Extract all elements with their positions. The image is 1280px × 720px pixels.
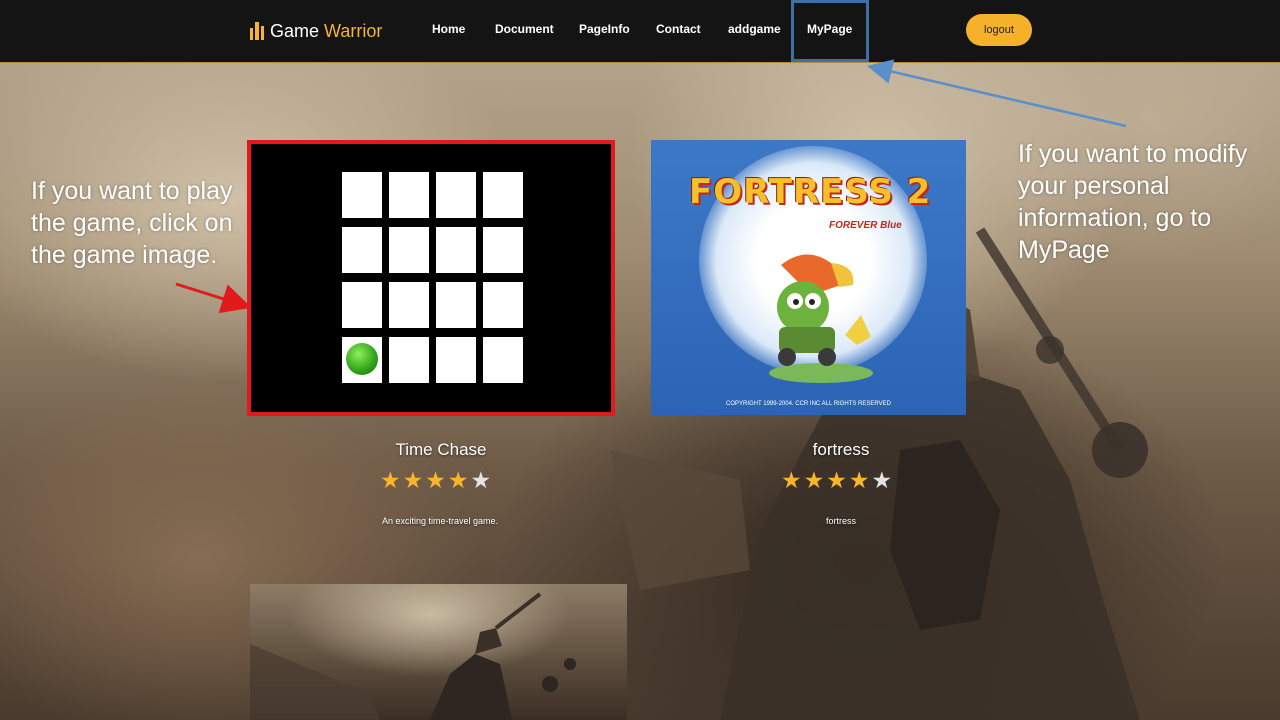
star-filled-icon: ★ (781, 468, 802, 494)
grid-tile (483, 282, 523, 328)
grid-tile (389, 227, 429, 273)
grid-tile (436, 227, 476, 273)
annotation-mypage: If you want to modify your personal info… (1018, 140, 1248, 264)
grid-tile (389, 337, 429, 383)
star-filled-icon: ★ (848, 468, 870, 494)
star-empty-icon: ★ (871, 468, 893, 494)
rating-stars-time-chase: ★ ★ ★ ★ ★ (380, 470, 491, 493)
time-chase-game-image[interactable] (247, 140, 615, 416)
grid-tile (389, 282, 429, 328)
logo-text: Game Warrior (270, 21, 382, 42)
logo-icon (250, 22, 264, 40)
nav-pageinfo[interactable]: PageInfo (579, 22, 630, 36)
grid-tile (389, 172, 429, 218)
third-game-image[interactable] (250, 584, 627, 720)
grid-tile (436, 172, 476, 218)
game-description-time-chase: An exciting time-travel game. (381, 516, 499, 526)
star-filled-icon: ★ (447, 468, 469, 494)
star-filled-icon: ★ (803, 468, 825, 494)
grid-tile-with-ball (342, 337, 382, 383)
nav-addgame[interactable]: addgame (728, 22, 781, 36)
fortress-image-title: FORTRESS 2 (689, 172, 932, 212)
logo-word-warrior: Warrior (324, 20, 383, 41)
logout-button[interactable]: logout (966, 14, 1032, 46)
tile-grid (342, 172, 523, 383)
green-ball-icon (346, 343, 378, 375)
third-game-art (250, 592, 576, 720)
star-filled-icon: ★ (425, 468, 446, 494)
star-filled-icon: ★ (826, 468, 847, 494)
nav-document[interactable]: Document (495, 22, 554, 36)
mypage-highlight-box (791, 0, 869, 62)
game-title-fortress[interactable]: fortress (741, 440, 941, 460)
top-navbar: Game Warrior Home Document PageInfo Cont… (0, 0, 1280, 63)
fortress-game-image[interactable]: FORTRESS 2 FOREVER Blue COPYRIGHT 1999-2… (651, 140, 966, 415)
grid-tile (342, 227, 382, 273)
fortress-character-art (769, 254, 873, 383)
star-empty-icon: ★ (470, 468, 492, 494)
grid-tile (483, 227, 523, 273)
logo-word-game: Game (270, 20, 320, 41)
grid-tile (342, 172, 382, 218)
nav-contact[interactable]: Contact (656, 22, 701, 36)
fortress-image-subtitle: FOREVER Blue (829, 220, 902, 231)
grid-tile (483, 337, 523, 383)
rating-stars-fortress: ★ ★ ★ ★ ★ (781, 470, 892, 493)
game-title-time-chase[interactable]: Time Chase (341, 440, 541, 460)
grid-tile (342, 282, 382, 328)
grid-tile (436, 337, 476, 383)
nav-home[interactable]: Home (432, 22, 465, 36)
site-logo[interactable]: Game Warrior (250, 19, 382, 43)
grid-tile (483, 172, 523, 218)
annotation-play-game: If you want to play the game, click on t… (31, 177, 233, 269)
star-filled-icon: ★ (402, 468, 424, 494)
star-filled-icon: ★ (380, 468, 401, 494)
fortress-copyright: COPYRIGHT 1999-2004. CCR INC ALL RIGHTS … (726, 401, 891, 407)
background-scene (0, 0, 1280, 720)
game-description-fortress: fortress (825, 516, 856, 526)
grid-tile (436, 282, 476, 328)
